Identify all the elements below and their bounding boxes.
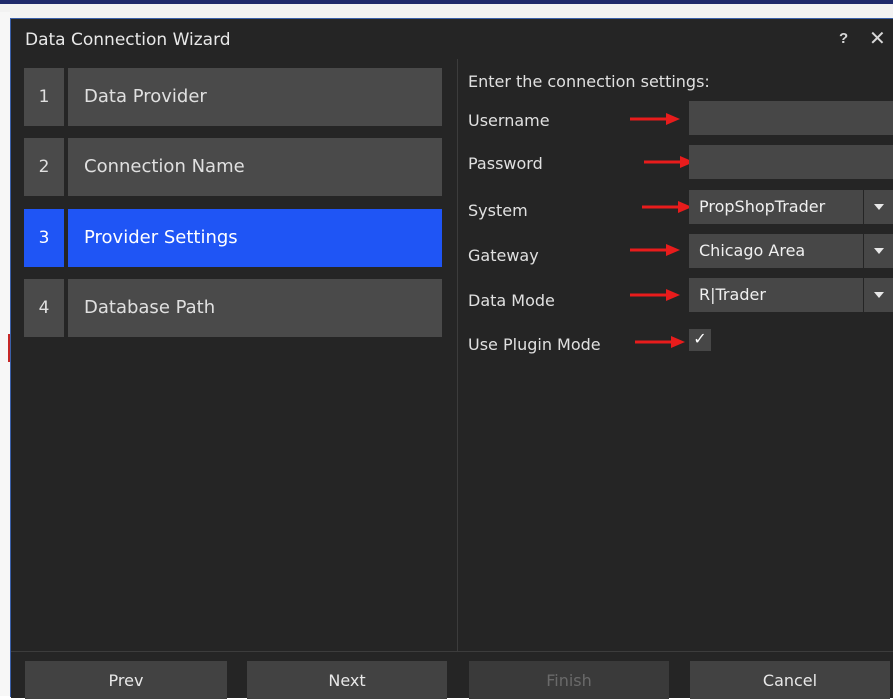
step-label: Provider Settings [68, 209, 442, 267]
data-mode-value: R|Trader [689, 278, 863, 312]
plugin-mode-checkbox[interactable]: ✓ [689, 329, 711, 351]
step-provider-settings[interactable]: 3 Provider Settings [24, 209, 442, 267]
data-connection-wizard-dialog: Data Connection Wizard ? ✕ 1 Data Provid… [10, 18, 893, 699]
checkmark-icon: ✓ [693, 331, 707, 348]
red-arrow-icon [630, 113, 680, 125]
red-arrow-icon [635, 336, 685, 348]
step-number: 1 [24, 68, 64, 126]
step-data-provider[interactable]: 1 Data Provider [24, 68, 442, 126]
settings-heading: Enter the connection settings: [468, 72, 710, 91]
chevron-down-icon[interactable] [864, 190, 893, 224]
step-database-path[interactable]: 4 Database Path [24, 279, 442, 337]
footer-bar: Prev Next Finish Cancel [11, 651, 893, 699]
password-label: Password [468, 154, 543, 173]
username-label: Username [468, 111, 550, 130]
finish-button[interactable]: Finish [469, 661, 669, 699]
plugin-mode-label: Use Plugin Mode [468, 335, 601, 354]
system-label: System [468, 201, 528, 220]
data-mode-label: Data Mode [468, 291, 555, 310]
red-arrow-icon [630, 289, 680, 301]
step-number: 3 [24, 209, 64, 267]
prev-button[interactable]: Prev [25, 661, 227, 699]
red-arrow-icon [630, 244, 680, 256]
gateway-label: Gateway [468, 246, 539, 265]
step-connection-name[interactable]: 2 Connection Name [24, 138, 442, 196]
step-label: Database Path [68, 279, 442, 337]
gateway-value: Chicago Area [689, 234, 863, 268]
system-select[interactable]: PropShopTrader [689, 190, 893, 224]
title-bar: Data Connection Wizard ? ✕ [11, 19, 893, 59]
background-top-bar [0, 0, 893, 4]
red-arrow-icon [642, 201, 692, 213]
data-mode-select[interactable]: R|Trader [689, 278, 893, 312]
provider-settings-panel: Enter the connection settings: Username … [458, 59, 893, 651]
help-button[interactable]: ? [839, 30, 848, 47]
chevron-down-icon[interactable] [864, 234, 893, 268]
username-input[interactable] [689, 101, 893, 135]
cancel-button[interactable]: Cancel [690, 661, 890, 699]
next-button[interactable]: Next [247, 661, 447, 699]
step-label: Data Provider [68, 68, 442, 126]
close-button[interactable]: ✕ [869, 26, 886, 51]
step-number: 4 [24, 279, 64, 337]
system-value: PropShopTrader [689, 190, 863, 224]
password-input[interactable] [689, 145, 893, 179]
chevron-down-icon[interactable] [864, 278, 893, 312]
dialog-title: Data Connection Wizard [25, 30, 231, 50]
gateway-select[interactable]: Chicago Area [689, 234, 893, 268]
step-number: 2 [24, 138, 64, 196]
step-label: Connection Name [68, 138, 442, 196]
